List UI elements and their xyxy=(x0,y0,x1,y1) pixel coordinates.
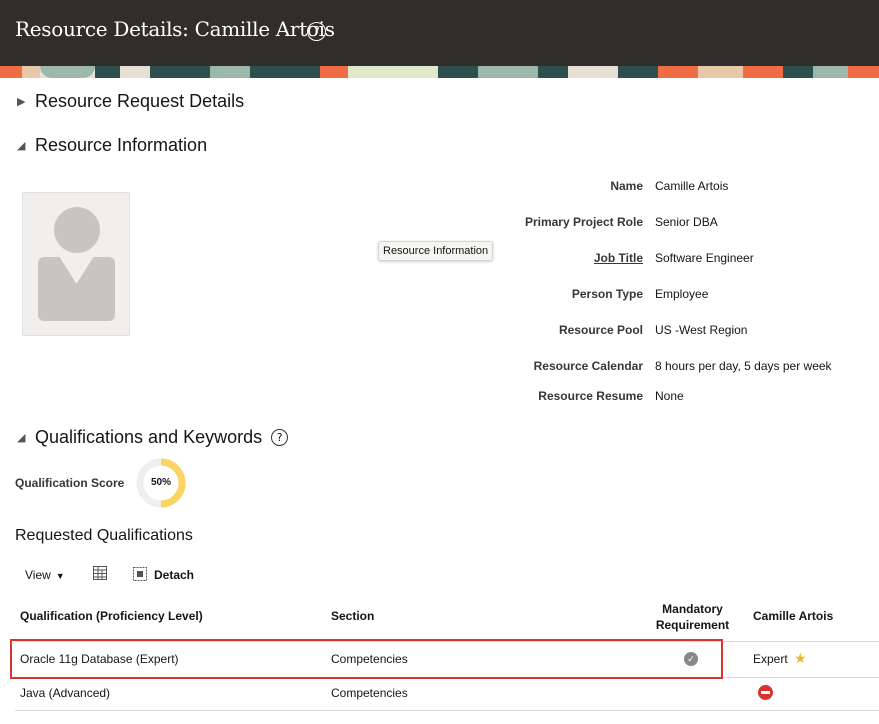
help-icon[interactable]: ? xyxy=(271,429,289,446)
decorative-banner xyxy=(0,66,879,78)
info-row-resource-resume: Resource Resume None xyxy=(440,389,870,407)
job-title-link[interactable]: Job Title xyxy=(594,251,643,265)
header-line: Mandatory xyxy=(662,602,723,616)
section-resource-request-details[interactable]: ▶ Resource Request Details xyxy=(17,91,244,112)
caret-down-icon: ▼ xyxy=(55,571,65,581)
row-divider xyxy=(15,710,879,711)
info-value: Employee xyxy=(655,287,709,301)
info-label: Resource Pool xyxy=(558,323,643,337)
avatar xyxy=(22,192,130,336)
section-title: Resource Information xyxy=(35,135,208,155)
info-value: Senior DBA xyxy=(655,215,718,229)
info-row-primary-project-role: Primary Project Role Senior DBA xyxy=(440,215,870,233)
info-row-person-type: Person Type Employee xyxy=(440,287,870,305)
qualification-score-label: Qualification Score xyxy=(15,476,125,490)
info-value: Software Engineer xyxy=(655,251,754,265)
info-row-name: Name Camille Artois xyxy=(440,179,870,197)
info-row-resource-pool: Resource Pool US -West Region xyxy=(440,323,870,341)
column-header-section[interactable]: Section xyxy=(331,609,374,623)
info-row-resource-calendar: Resource Calendar 8 hours per day, 5 day… xyxy=(440,359,870,377)
column-header-mandatory[interactable]: Mandatory Requirement xyxy=(640,601,745,633)
info-label: Person Type xyxy=(571,287,643,301)
expand-triangle-icon: ▶ xyxy=(17,96,26,108)
no-entry-icon xyxy=(758,685,773,700)
info-label: Resource Calendar xyxy=(533,359,643,373)
header-line: Requirement xyxy=(655,618,730,632)
column-header-qualification[interactable]: Qualification (Proficiency Level) xyxy=(20,609,203,623)
column-header-person[interactable]: Camille Artois xyxy=(753,609,833,623)
info-row-job-title: Job Title Software Engineer xyxy=(440,251,870,269)
view-menu-button[interactable]: View ▼ xyxy=(25,568,65,582)
freeze-columns-icon[interactable] xyxy=(92,565,108,581)
info-value: US -West Region xyxy=(655,323,748,337)
row-highlight-box xyxy=(10,639,723,679)
star-icon: ★ xyxy=(794,650,807,666)
cell-qualification: Java (Advanced) xyxy=(20,686,111,700)
avatar-body xyxy=(38,257,115,321)
detach-button[interactable]: Detach xyxy=(154,568,194,582)
section-title: Qualifications and Keywords xyxy=(35,427,263,447)
info-value: Camille Artois xyxy=(655,179,729,193)
page-title: Resource Details: Camille Artois xyxy=(15,17,335,41)
page-header: Resource Details: Camille Artois ? xyxy=(0,0,879,66)
help-icon[interactable]: ? xyxy=(307,22,326,41)
collapse-triangle-icon: ◢ xyxy=(17,432,26,444)
info-value: None xyxy=(655,389,684,403)
section-qualifications-and-keywords[interactable]: ◢ Qualifications and Keywords ? xyxy=(17,427,289,448)
info-label: Primary Project Role xyxy=(524,215,643,229)
table-toolbar: View ▼ xyxy=(25,566,65,584)
detach-icon[interactable] xyxy=(132,566,148,582)
collapse-triangle-icon: ◢ xyxy=(17,140,26,152)
info-label: Resource Resume xyxy=(538,389,643,403)
cell-match: Expert xyxy=(753,652,788,666)
qualification-score-value: 50% xyxy=(150,477,171,488)
section-title: Resource Request Details xyxy=(35,91,245,111)
requested-qualifications-title: Requested Qualifications xyxy=(15,527,193,544)
avatar-head xyxy=(54,207,100,253)
info-label: Name xyxy=(610,179,643,193)
cell-section: Competencies xyxy=(331,686,408,700)
info-value: 8 hours per day, 5 days per week xyxy=(655,359,832,373)
section-resource-information[interactable]: ◢ Resource Information xyxy=(17,135,207,156)
